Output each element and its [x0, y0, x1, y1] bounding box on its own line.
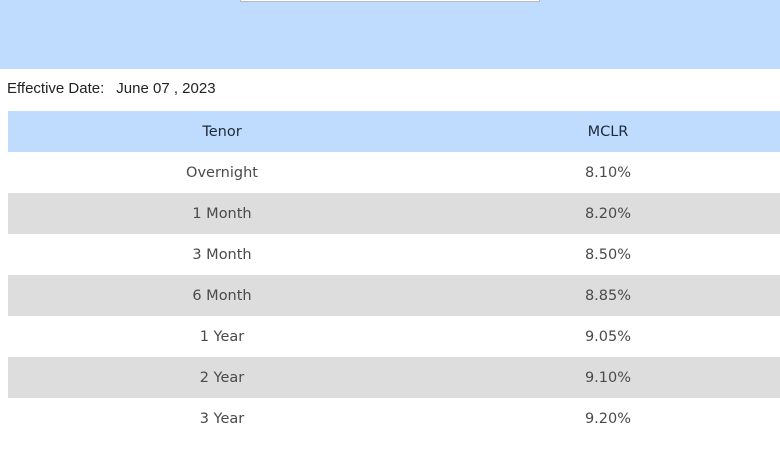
mclr-cell: 8.85% — [436, 275, 780, 316]
table-row: 3 Year 9.20% — [8, 398, 780, 439]
mclr-cell: 9.05% — [436, 316, 780, 357]
tenor-cell: Overnight — [8, 152, 436, 193]
tenor-cell: 2 Year — [8, 357, 436, 398]
effective-date: Effective Date: June 07 , 2023 — [7, 78, 216, 98]
banner-input-field[interactable] — [240, 0, 540, 2]
top-banner — [0, 0, 780, 69]
mclr-cell: 8.10% — [436, 152, 780, 193]
mclr-cell: 9.10% — [436, 357, 780, 398]
mclr-cell: 8.50% — [436, 234, 780, 275]
table-row: 6 Month 8.85% — [8, 275, 780, 316]
table-row: 1 Year 9.05% — [8, 316, 780, 357]
effective-date-label: Effective Date: — [7, 79, 105, 97]
table-row: 3 Month 8.50% — [8, 234, 780, 275]
table-row: 2 Year 9.10% — [8, 357, 780, 398]
mclr-rate-table: Tenor MCLR Overnight 8.10% 1 Month 8.20%… — [8, 111, 780, 439]
tenor-cell: 3 Month — [8, 234, 436, 275]
table-row: Overnight 8.10% — [8, 152, 780, 193]
column-header-tenor: Tenor — [8, 111, 436, 152]
mclr-cell: 8.20% — [436, 193, 780, 234]
table-row: 1 Month 8.20% — [8, 193, 780, 234]
tenor-cell: 1 Month — [8, 193, 436, 234]
tenor-cell: 3 Year — [8, 398, 436, 439]
column-header-mclr: MCLR — [436, 111, 780, 152]
tenor-cell: 6 Month — [8, 275, 436, 316]
table-header-row: Tenor MCLR — [8, 111, 780, 152]
effective-date-value: June 07 , 2023 — [116, 79, 216, 97]
mclr-cell: 9.20% — [436, 398, 780, 439]
tenor-cell: 1 Year — [8, 316, 436, 357]
